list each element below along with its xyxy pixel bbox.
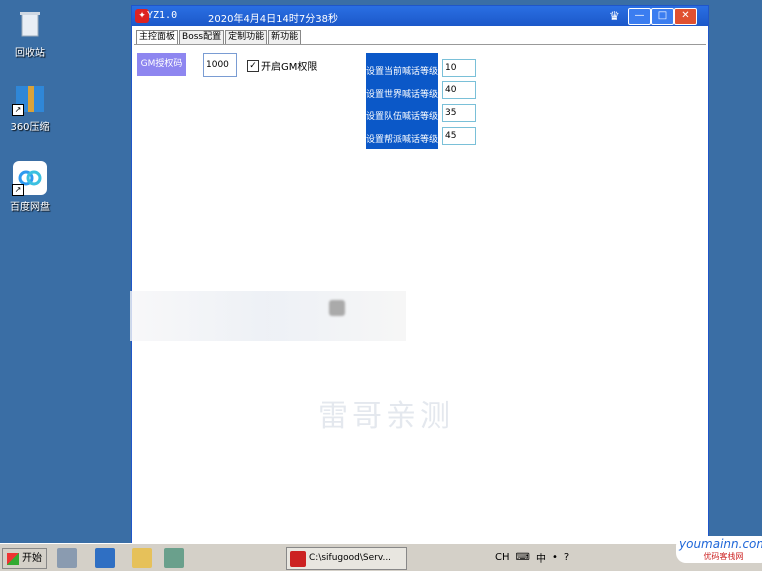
brand-subtext: 优码客栈网	[703, 552, 744, 561]
help-icon[interactable]: ?	[564, 552, 569, 563]
checkmark-icon[interactable]: ✓	[247, 59, 259, 72]
tab-divider	[134, 44, 706, 45]
punctuation-indicator[interactable]: •	[552, 552, 558, 563]
archive-icon: ↗	[12, 80, 48, 116]
shortcut-arrow-icon: ↗	[12, 184, 24, 196]
ime-mode-label[interactable]: 中	[536, 550, 546, 565]
window-datetime: 2020年4月4日14时7分38秒	[208, 14, 338, 25]
system-tray: CH ⌨ 中 • ?	[495, 547, 575, 568]
tab-custom-functions[interactable]: 定制功能	[225, 30, 268, 44]
tab-bar: 主控面板 Boss配置 定制功能 新功能	[136, 30, 302, 44]
desktop-icon-label: 回收站	[15, 48, 45, 59]
gm-enable-checkbox[interactable]: ✓ 开启GM权限	[247, 58, 317, 73]
desktop-icon-recycle-bin[interactable]: 回收站	[0, 6, 60, 59]
crown-icon[interactable]: ♛	[609, 9, 620, 23]
taskbar-window-button[interactable]: C:\sifugood\Serv...	[286, 547, 407, 570]
tab-boss-config[interactable]: Boss配置	[179, 30, 225, 44]
ime-icon[interactable]: ⌨	[516, 552, 530, 563]
server-manager-icon[interactable]	[57, 548, 77, 568]
brand-watermark: youmainn.com 优码客栈网	[676, 536, 762, 563]
close-button[interactable]: ✕	[674, 8, 697, 25]
gm-enable-label: 开启GM权限	[261, 62, 318, 73]
language-indicator[interactable]: CH	[495, 552, 510, 563]
app-shortcut-icon[interactable]	[164, 548, 184, 568]
minimize-button[interactable]: —	[628, 8, 651, 25]
current-chat-level-input[interactable]: 10	[442, 59, 476, 77]
powershell-icon[interactable]	[95, 548, 115, 568]
folder-icon[interactable]	[132, 548, 152, 568]
start-button[interactable]: 开始	[2, 548, 47, 569]
app-logo-icon	[290, 550, 306, 567]
title-bar[interactable]: ✦ YZ1.0 2020年4月4日14时7分38秒 ♛ — □ ✕	[132, 6, 708, 26]
cloud-drive-icon: ↗	[12, 160, 48, 196]
gm-auth-input[interactable]: 1000	[203, 53, 237, 77]
gm-auth-label: GM授权码	[137, 53, 186, 76]
guild-chat-level-input[interactable]: 45	[442, 127, 476, 145]
tab-new-functions[interactable]: 新功能	[268, 30, 302, 44]
team-chat-level-label: 设置队伍喊话等级	[366, 112, 439, 122]
desktop-icon-label: 百度网盘	[10, 202, 50, 213]
shortcut-arrow-icon: ↗	[12, 104, 24, 116]
desktop-icon-360-archive[interactable]: ↗ 360压缩	[0, 80, 60, 133]
world-chat-level-input[interactable]: 40	[442, 81, 476, 99]
desktop-icon-baidu-drive[interactable]: ↗ 百度网盘	[0, 160, 60, 213]
desktop-icon-label: 360压缩	[10, 122, 50, 133]
watermark-text: 雷哥亲测	[318, 399, 454, 434]
recycle-bin-icon	[12, 6, 48, 42]
app-window: ✦ YZ1.0 2020年4月4日14时7分38秒 ♛ — □ ✕ 主控面板 B…	[130, 5, 709, 545]
start-label: 开始	[22, 553, 42, 564]
blurred-icon	[329, 300, 345, 316]
taskbar: 开始 C:\sifugood\Serv... CH ⌨ 中 • ?	[0, 543, 762, 571]
brand-text: youmainn.com	[679, 537, 762, 551]
window-title: YZ1.0	[147, 10, 178, 21]
world-chat-level-label: 设置世界喊话等级	[366, 90, 439, 100]
taskbar-window-title: C:\sifugood\Serv...	[309, 553, 392, 563]
tab-main-panel[interactable]: 主控面板	[136, 30, 179, 44]
team-chat-level-input[interactable]: 35	[442, 104, 476, 122]
windows-flag-icon	[7, 552, 19, 565]
current-chat-level-label: 设置当前喊话等级	[366, 67, 439, 77]
maximize-button[interactable]: □	[651, 8, 674, 25]
blurred-overlay	[130, 291, 406, 341]
guild-chat-level-label: 设置帮派喊话等级	[366, 135, 439, 145]
